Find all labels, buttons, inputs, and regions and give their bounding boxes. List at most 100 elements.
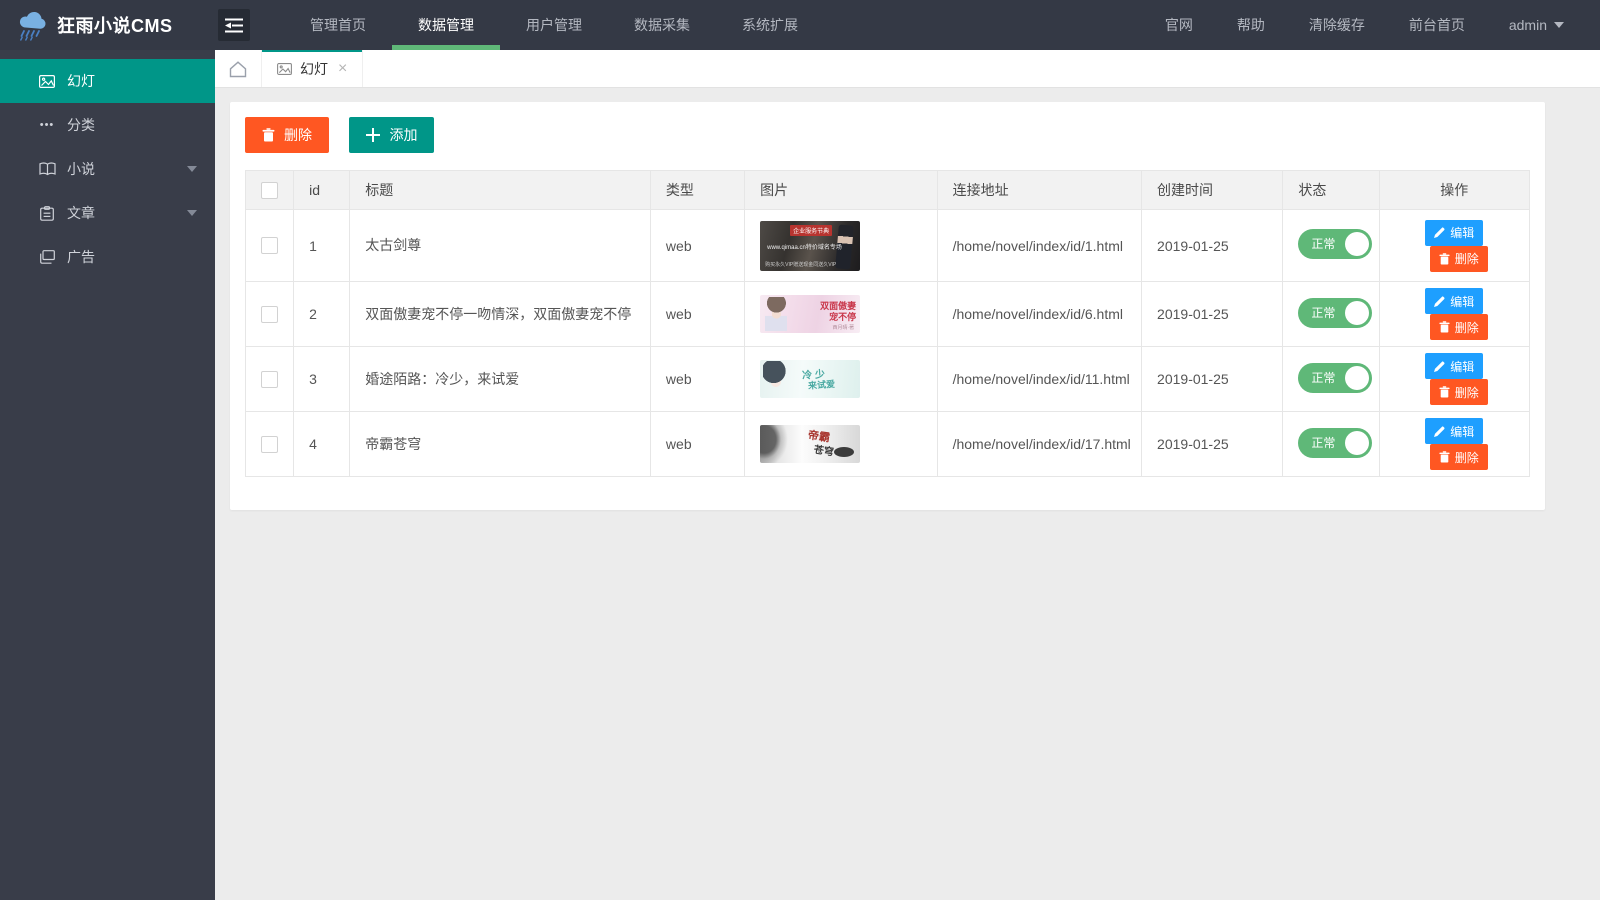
trash-icon (1439, 451, 1450, 463)
row-delete-button-label: 删除 (1455, 250, 1479, 267)
slide-thumbnail: 企业服务节典 www.qimaa.cn特价域名专场 购买永久VIP赠送现金同送久… (760, 221, 860, 271)
cell-created: 2019-01-25 (1142, 412, 1283, 477)
chevron-down-icon (187, 166, 197, 172)
edit-button[interactable]: 编辑 (1425, 353, 1483, 379)
row-checkbox[interactable] (261, 306, 278, 323)
trash-icon (1439, 253, 1450, 265)
status-toggle[interactable]: 正常 (1298, 363, 1372, 393)
sidebar-item-articles[interactable]: 文章 (0, 191, 215, 235)
status-label: 正常 (1311, 298, 1335, 328)
table-row: 3 婚途陌路：冷少，来试爱 web 冷 少 来试爱 /home/novel/in… (246, 347, 1530, 412)
sidebar-item-label: 分类 (67, 115, 95, 135)
row-checkbox[interactable] (261, 371, 278, 388)
sidebar-item-novels[interactable]: 小说 (0, 147, 215, 191)
cell-link: /home/novel/index/id/6.html (937, 282, 1141, 347)
toggle-knob (1345, 232, 1369, 256)
nav-item-system-extension[interactable]: 系统扩展 (716, 0, 824, 50)
nav-item-user-management[interactable]: 用户管理 (500, 0, 608, 50)
user-menu[interactable]: admin (1487, 0, 1586, 50)
sidebar-item-categories[interactable]: ••• 分类 (0, 103, 215, 147)
book-icon (38, 162, 56, 176)
cell-title: 太古剑尊 (350, 210, 651, 282)
sidebar-item-label: 小说 (67, 159, 95, 179)
tab-bar: 幻灯 × (215, 50, 1600, 88)
nav-item-front-home[interactable]: 前台首页 (1387, 0, 1487, 50)
slide-thumbnail: 帝霸 苍穹 (760, 425, 860, 463)
col-header-created: 创建时间 (1142, 171, 1283, 210)
row-checkbox[interactable] (261, 436, 278, 453)
status-label: 正常 (1311, 229, 1335, 259)
row-delete-button-label: 删除 (1455, 384, 1479, 401)
edit-button[interactable]: 编辑 (1425, 220, 1483, 246)
sidebar-collapse-button[interactable] (218, 9, 250, 41)
row-delete-button[interactable]: 删除 (1430, 246, 1488, 272)
banner-text: 购买永久VIP赠送现金同送久VIP (765, 261, 836, 268)
nav-item-admin-home[interactable]: 管理首页 (284, 0, 392, 50)
cell-title: 双面傲妻宠不停一吻情深，双面傲妻宠不停 (350, 282, 651, 347)
slide-thumbnail: 冷 少 来试爱 (760, 360, 860, 398)
sidebar-item-slides[interactable]: 幻灯 (0, 59, 215, 103)
nav-item-data-management[interactable]: 数据管理 (392, 0, 500, 50)
col-header-actions: 操作 (1379, 171, 1529, 210)
close-icon[interactable]: × (338, 61, 347, 77)
edit-button[interactable]: 编辑 (1425, 418, 1483, 444)
delete-button[interactable]: 删除 (245, 117, 329, 153)
tab-home[interactable] (215, 50, 262, 87)
toggle-knob (1345, 301, 1369, 325)
row-delete-button[interactable]: 删除 (1430, 314, 1488, 340)
edit-button-label: 编辑 (1450, 224, 1474, 241)
cell-id: 3 (294, 347, 350, 412)
app-logo: 狂雨小说CMS (0, 0, 215, 50)
pencil-icon (1434, 296, 1445, 307)
tab-slides[interactable]: 幻灯 × (262, 50, 363, 87)
nav-item-help[interactable]: 帮助 (1215, 0, 1287, 50)
toggle-knob (1345, 366, 1369, 390)
edit-button-label: 编辑 (1450, 358, 1474, 375)
sidebar: 幻灯 ••• 分类 小说 文章 (0, 50, 215, 900)
sidebar-item-label: 文章 (67, 203, 95, 223)
banner-figure (834, 447, 854, 457)
plus-icon (366, 128, 380, 142)
status-toggle[interactable]: 正常 (1298, 428, 1372, 458)
toggle-knob (1345, 431, 1369, 455)
banner-text: 企业服务节典 (790, 225, 832, 236)
add-button-label: 添加 (389, 125, 417, 145)
row-checkbox[interactable] (261, 237, 278, 254)
cell-created: 2019-01-25 (1142, 347, 1283, 412)
cell-type: web (650, 210, 744, 282)
col-header-type: 类型 (650, 171, 744, 210)
sidebar-item-label: 广告 (67, 247, 95, 267)
cell-link: /home/novel/index/id/17.html (937, 412, 1141, 477)
cell-type: web (650, 412, 744, 477)
cell-type: web (650, 282, 744, 347)
row-delete-button-label: 删除 (1455, 319, 1479, 336)
sidebar-item-ads[interactable]: 广告 (0, 235, 215, 279)
nav-item-clear-cache[interactable]: 清除缓存 (1287, 0, 1387, 50)
tab-label: 幻灯 (300, 59, 328, 79)
clipboard-icon (38, 206, 56, 221)
cell-id: 4 (294, 412, 350, 477)
select-all-checkbox[interactable] (261, 182, 278, 199)
row-delete-button[interactable]: 删除 (1430, 444, 1488, 470)
edit-button[interactable]: 编辑 (1425, 288, 1483, 314)
nav-item-data-collection[interactable]: 数据采集 (608, 0, 716, 50)
app-title: 狂雨小说CMS (57, 12, 173, 38)
row-delete-button[interactable]: 删除 (1430, 379, 1488, 405)
sidebar-item-label: 幻灯 (67, 71, 95, 91)
add-button[interactable]: 添加 (349, 117, 434, 153)
banner-text: 西月晴·著 (832, 324, 854, 331)
status-toggle[interactable]: 正常 (1298, 298, 1372, 328)
user-name: admin (1509, 0, 1547, 50)
col-header-id: id (294, 171, 350, 210)
status-toggle[interactable]: 正常 (1298, 229, 1372, 259)
ad-banner-icon (38, 250, 56, 264)
cell-title: 帝霸苍穹 (350, 412, 651, 477)
nav-item-official-site[interactable]: 官网 (1143, 0, 1215, 50)
main-area: 幻灯 × 删除 (215, 50, 1600, 900)
rain-cloud-logo-icon (16, 9, 48, 41)
chevron-down-icon (187, 210, 197, 216)
table-row: 4 帝霸苍穹 web 帝霸 苍穹 /home/novel/index/id/17… (246, 412, 1530, 477)
banner-text: 来试爱 (808, 377, 836, 392)
status-label: 正常 (1311, 428, 1335, 458)
edit-button-label: 编辑 (1450, 423, 1474, 440)
